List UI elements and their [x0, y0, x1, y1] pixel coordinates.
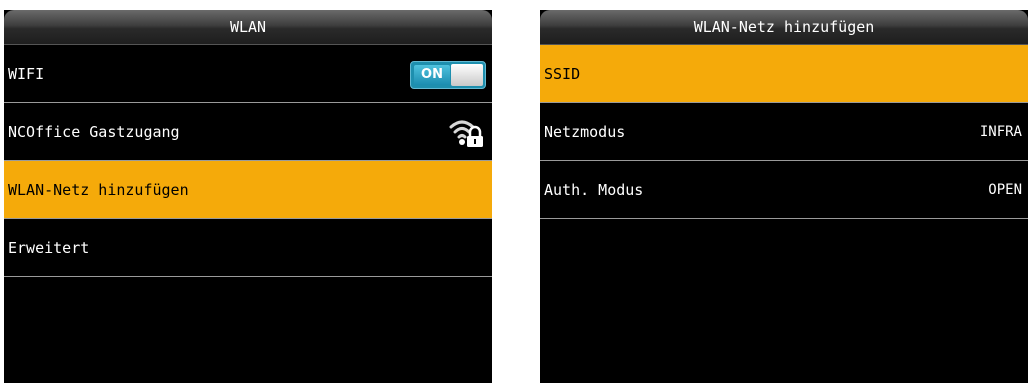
- screen-title: WLAN-Netz hinzufügen: [540, 10, 1028, 45]
- toggle-state-label: ON: [414, 65, 450, 85]
- menu-item-advanced[interactable]: Erweitert: [4, 219, 492, 277]
- wifi-lock-icon: [449, 120, 483, 147]
- field-label: Auth. Modus: [544, 181, 644, 199]
- menu-item-label: WIFI: [8, 65, 45, 83]
- menu-item-wifi[interactable]: WIFI ON: [4, 45, 492, 103]
- field-auth-mode[interactable]: Auth. Modus OPEN: [540, 161, 1028, 219]
- menu-item-label: WLAN-Netz hinzufügen: [8, 181, 189, 199]
- field-label: SSID: [544, 65, 581, 83]
- add-wlan-screen: WLAN-Netz hinzufügen SSID Netzmodus INFR…: [540, 10, 1028, 383]
- field-value: INFRA: [979, 124, 1022, 140]
- toggle-knob: [451, 64, 483, 86]
- wifi-toggle[interactable]: ON: [410, 61, 486, 89]
- field-network-mode[interactable]: Netzmodus INFRA: [540, 103, 1028, 161]
- network-item-ncoffice-gastzugang[interactable]: NCOffice Gastzugang: [4, 103, 492, 161]
- field-value: OPEN: [988, 182, 1022, 198]
- field-ssid[interactable]: SSID: [540, 45, 1028, 103]
- field-label: Netzmodus: [544, 123, 626, 141]
- wlan-screen: WLAN WIFI ON NCOffice Gastzugang WLAN-Ne…: [4, 10, 492, 383]
- menu-item-label: Erweitert: [8, 239, 90, 257]
- menu-item-add-wlan[interactable]: WLAN-Netz hinzufügen: [4, 161, 492, 219]
- screen-title: WLAN: [4, 10, 492, 45]
- network-name: NCOffice Gastzugang: [8, 123, 180, 141]
